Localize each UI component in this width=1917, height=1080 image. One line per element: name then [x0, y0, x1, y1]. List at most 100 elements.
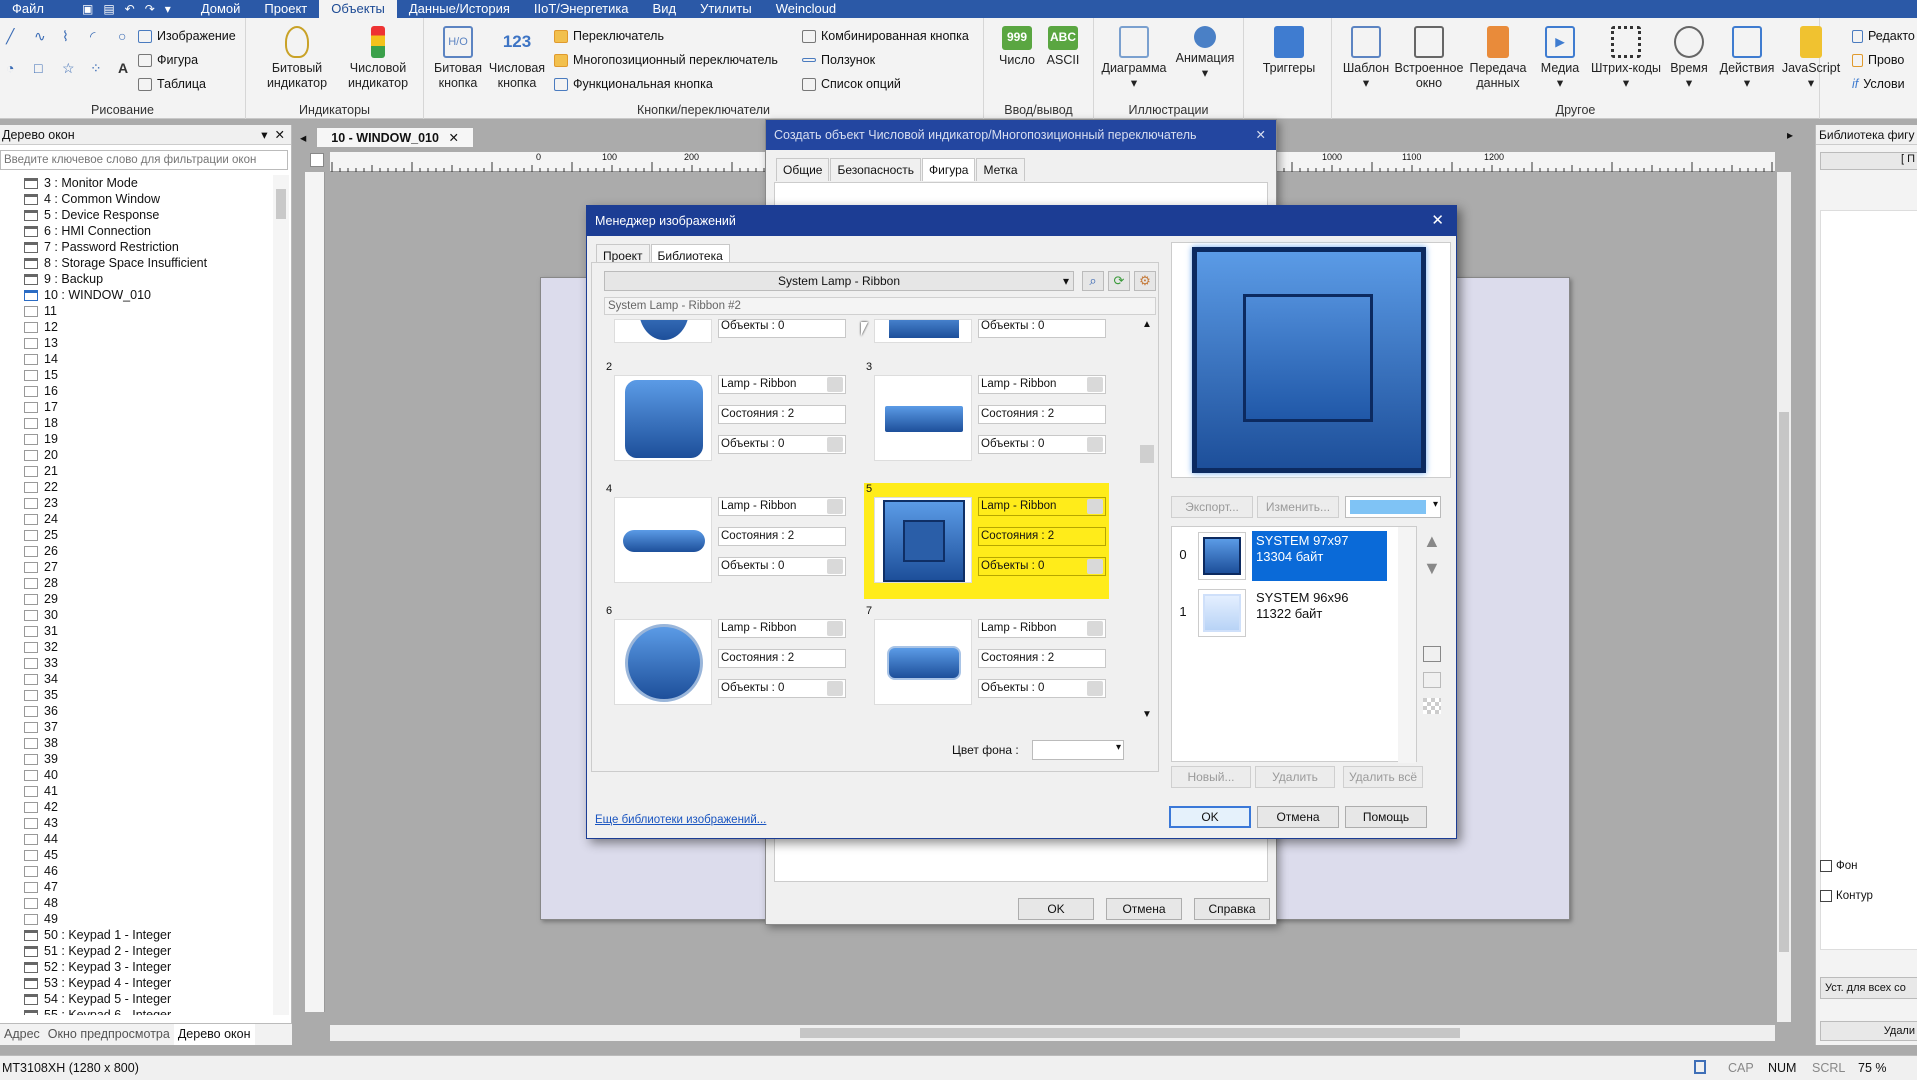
edit-icon[interactable]	[827, 559, 843, 574]
tab-address[interactable]: Адрес	[0, 1024, 44, 1045]
tab-window-010[interactable]: 10 - WINDOW_010 ✕	[316, 127, 474, 147]
polyline-icon[interactable]: ∿	[34, 28, 56, 54]
chevron-down-icon[interactable]: ▾	[261, 128, 267, 142]
state-row-0[interactable]: 0 SYSTEM 97x97 13304 байт	[1172, 527, 1416, 584]
tree-item[interactable]: 53 : Keypad 4 - Integer	[0, 975, 270, 991]
tree-item[interactable]: 11	[0, 303, 270, 319]
state-list-scrollbar[interactable]	[1398, 527, 1416, 763]
arc-icon[interactable]: ◜	[90, 28, 112, 54]
edit-icon[interactable]	[827, 437, 843, 452]
embedded-window-tool[interactable]: Встроенное окно	[1394, 26, 1464, 91]
redo-icon[interactable]: ↷	[145, 2, 155, 16]
tree-item[interactable]: 46	[0, 863, 270, 879]
data-transfer-tool[interactable]: Передача данных	[1464, 26, 1532, 91]
scroll-left-icon[interactable]: ◂	[300, 130, 306, 145]
vertical-scrollbar[interactable]	[1777, 172, 1791, 1022]
chart-tool[interactable]: Диаграмма ▾	[1098, 26, 1170, 91]
function-button-tool[interactable]: Функциональная кнопка	[554, 77, 713, 91]
close-icon[interactable]: ✕	[448, 131, 458, 145]
copy-icon[interactable]	[1423, 646, 1441, 662]
bg-color-picker[interactable]: ▾	[1032, 740, 1124, 760]
tree-item[interactable]: 52 : Keypad 3 - Integer	[0, 959, 270, 975]
combo-button-tool[interactable]: Комбинированная кнопка	[802, 29, 969, 43]
save-icon[interactable]: ▣	[82, 2, 93, 16]
tree-item[interactable]: 48	[0, 895, 270, 911]
image-thumb-partial[interactable]	[614, 319, 712, 343]
slider-tool[interactable]: Ползунок	[802, 53, 875, 67]
cancel-button[interactable]: Отмена	[1106, 898, 1182, 920]
switch-tool[interactable]: Переключатель	[554, 29, 664, 43]
scroll-thumb[interactable]	[1779, 412, 1789, 952]
outline-checkbox[interactable]	[1820, 890, 1832, 902]
fill-checkbox-row[interactable]: Фон	[1820, 860, 1858, 872]
tab-security[interactable]: Безопасность	[830, 158, 922, 181]
window-filter-input[interactable]	[0, 150, 288, 170]
menu-weincloud[interactable]: Weincloud	[764, 0, 848, 18]
image-cell-2[interactable]: 2 Lamp - Ribbon Состояния : 2 Объекты : …	[604, 361, 849, 477]
edit-icon[interactable]	[827, 681, 843, 696]
tree-item[interactable]: 45	[0, 847, 270, 863]
tree-item[interactable]: 40	[0, 767, 270, 783]
tree-item[interactable]: 33	[0, 655, 270, 671]
tree-item[interactable]: 19	[0, 431, 270, 447]
menu-project[interactable]: Проект	[252, 0, 319, 18]
tree-item[interactable]: 55 : Keypad 6 - Integer	[0, 1007, 270, 1015]
menu-data-history[interactable]: Данные/История	[397, 0, 522, 18]
tree-item[interactable]: 47	[0, 879, 270, 895]
menu-file[interactable]: Файл	[0, 0, 56, 18]
table-tool[interactable]: Таблица	[138, 77, 206, 91]
numeric-button-tool[interactable]: 123 Числовая кнопка	[486, 26, 548, 91]
tree-item[interactable]: 7 : Password Restriction	[0, 239, 270, 255]
image-cell-3[interactable]: 3 Lamp - Ribbon Состояния : 2 Объекты : …	[864, 361, 1109, 477]
tree-item[interactable]: 32	[0, 639, 270, 655]
menu-home[interactable]: Домой	[189, 0, 253, 18]
state-row-1[interactable]: 1 SYSTEM 96x96 11322 байт	[1172, 584, 1416, 641]
scroll-thumb[interactable]	[276, 189, 286, 219]
tree-item[interactable]: 6 : HMI Connection	[0, 223, 270, 239]
move-up-icon[interactable]: ▲	[1423, 531, 1441, 552]
horizontal-scrollbar[interactable]	[330, 1025, 1775, 1041]
export-button[interactable]: Экспорт...	[1171, 496, 1253, 518]
star-icon[interactable]: ☆	[62, 60, 84, 86]
move-down-icon[interactable]: ▼	[1423, 558, 1441, 579]
tree-item[interactable]: 5 : Device Response	[0, 207, 270, 223]
fill-checkbox[interactable]	[1820, 860, 1832, 872]
tab-preview[interactable]: Окно предпросмотра	[44, 1024, 174, 1045]
tree-item[interactable]: 9 : Backup	[0, 271, 270, 287]
time-tool[interactable]: Время ▾	[1664, 26, 1714, 91]
image-cell-6[interactable]: 6 Lamp - Ribbon Состояния : 2 Объекты : …	[604, 605, 849, 721]
tree-item[interactable]: 36	[0, 703, 270, 719]
edit-icon[interactable]	[1087, 681, 1103, 696]
image-cell-5-selected[interactable]: 5 Lamp - Ribbon Состояния : 2 Объекты : …	[864, 483, 1109, 599]
tree-item[interactable]: 12	[0, 319, 270, 335]
actions-tool[interactable]: Действия ▾	[1716, 26, 1778, 91]
ribbon-editor-cut[interactable]: Редакто	[1852, 29, 1915, 43]
tree-item[interactable]: 37	[0, 719, 270, 735]
tab-shape[interactable]: Фигура	[922, 158, 976, 181]
tree-item[interactable]: 42	[0, 799, 270, 815]
grid-scrollbar[interactable]: ▲ ▼	[1138, 319, 1156, 723]
option-list-tool[interactable]: Список опций	[802, 77, 901, 91]
tree-scrollbar[interactable]	[273, 175, 289, 1015]
bit-button-tool[interactable]: H/O Битовая кнопка	[432, 26, 484, 91]
scroll-thumb[interactable]	[1140, 445, 1154, 463]
bit-indicator-button[interactable]: Битовый индикатор	[262, 26, 332, 91]
delete-button[interactable]: Удали	[1820, 1021, 1917, 1041]
tree-item[interactable]: 27	[0, 559, 270, 575]
ribbon-condition-cut[interactable]: if Услови	[1852, 77, 1905, 91]
tab-window-tree[interactable]: Дерево окон	[173, 1024, 255, 1045]
tree-item[interactable]: 35	[0, 687, 270, 703]
menu-utilities[interactable]: Утилиты	[688, 0, 764, 18]
tree-item[interactable]: 51 : Keypad 2 - Integer	[0, 943, 270, 959]
media-tool[interactable]: ▶ Медиа ▾	[1532, 26, 1588, 91]
tree-item[interactable]: 15	[0, 367, 270, 383]
search-icon[interactable]: ⌕	[1082, 271, 1104, 291]
edit-icon[interactable]	[827, 499, 843, 514]
barcode-tool[interactable]: Штрих-коды ▾	[1588, 26, 1664, 91]
ok-button[interactable]: OK	[1169, 806, 1251, 828]
tree-item[interactable]: 41	[0, 783, 270, 799]
tree-item[interactable]: 24	[0, 511, 270, 527]
scatter-icon[interactable]: ⁘	[90, 60, 112, 86]
ok-button[interactable]: OK	[1018, 898, 1094, 920]
tree-item[interactable]: 21	[0, 463, 270, 479]
